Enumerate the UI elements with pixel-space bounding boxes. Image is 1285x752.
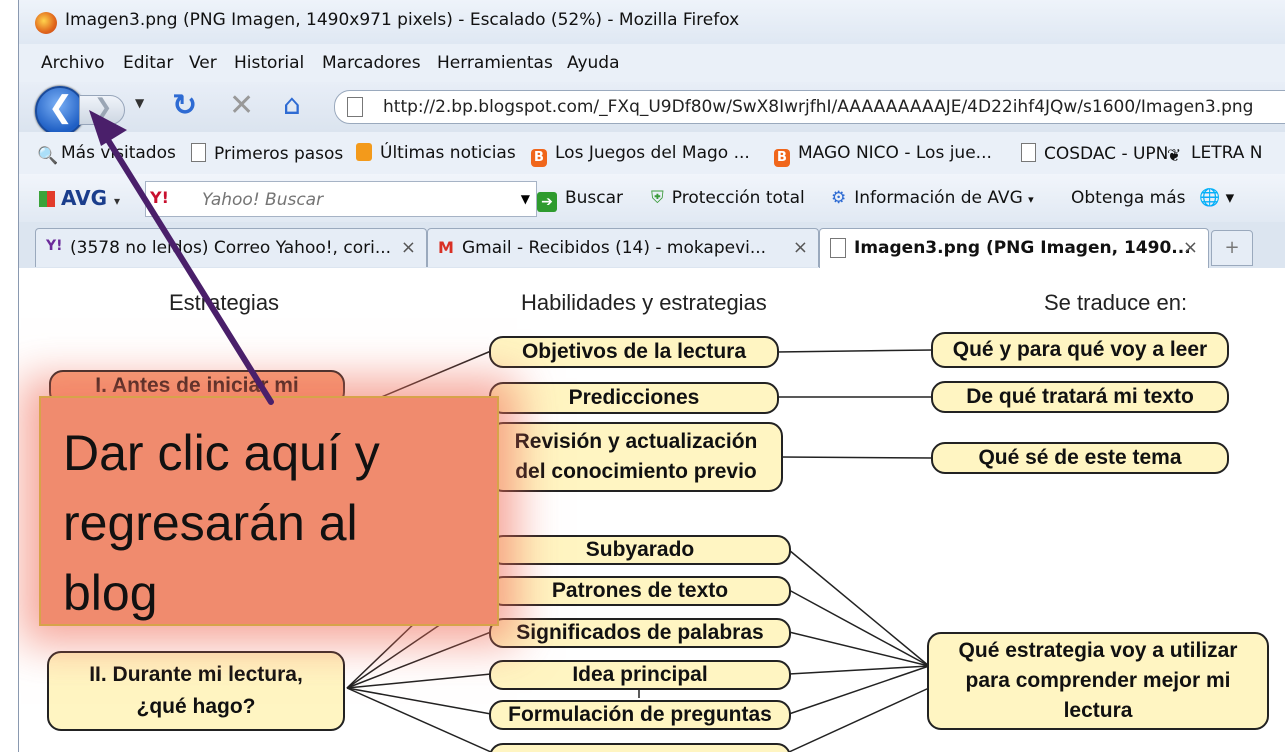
close-icon[interactable]: × (401, 237, 416, 258)
tab-yahoo-mail[interactable]: Y! (3578 no leídos) Correo Yahoo!, cori.… (35, 228, 427, 267)
avg-toolbar: AVG ▾ Y! ▼ ➔Buscar ⛨Protección total ⚙In… (19, 174, 1285, 222)
connector-line (346, 673, 492, 689)
menu-historial[interactable]: Historial (234, 53, 304, 73)
connector-line (788, 589, 930, 667)
menu-editar[interactable]: Editar (123, 53, 173, 73)
image-viewport: Estrategias Habilidades y estrategias Se… (19, 268, 1285, 752)
connector-line (346, 687, 492, 715)
callout-line-1: Dar clic aquí y (63, 425, 380, 481)
node-de-que-tratara: De qué tratará mi texto (931, 381, 1229, 413)
proteccion-total-button[interactable]: ⛨ Protección total (651, 188, 805, 208)
callout-line-2: regresarán al (63, 495, 358, 551)
back-arrow-icon: ❮ (48, 90, 74, 125)
node-durante: II. Durante mi lectura, ¿qué hago? (47, 651, 345, 731)
info-avg-button[interactable]: ⚙ Información de AVG ▾ (831, 188, 1034, 208)
connector-line (780, 456, 934, 459)
callout-line-3: blog (63, 565, 158, 621)
node-estrategia: Qué estrategia voy a utilizar para compr… (927, 632, 1269, 730)
menu-ayuda[interactable]: Ayuda (567, 53, 620, 73)
close-icon[interactable]: × (1183, 237, 1198, 258)
back-button[interactable]: ❮ (35, 86, 85, 136)
shield-icon: ⛨ (651, 188, 664, 208)
node-patrones: Patrones de texto (489, 576, 791, 606)
close-icon[interactable]: × (793, 237, 808, 258)
forward-button[interactable]: ❯ (79, 95, 125, 125)
page-icon (830, 238, 846, 258)
page-icon (347, 97, 363, 117)
header-estrategias: Estrategias (169, 290, 280, 315)
address-bar[interactable]: http://2.bp.blogspot.com/_FXq_U9Df80w/Sw… (334, 90, 1285, 124)
connector-line (775, 349, 934, 353)
new-tab-button[interactable]: + (1211, 230, 1253, 266)
connector-line (378, 350, 492, 399)
blogger-icon: B (774, 149, 790, 167)
firefox-icon (35, 12, 57, 34)
info-dropdown-icon: ▾ (1028, 193, 1034, 206)
avg-logo-icon (39, 191, 55, 207)
window-title: Imagen3.png (PNG Imagen, 1490x971 pixels… (65, 10, 740, 30)
menu-archivo[interactable]: Archivo (41, 53, 105, 73)
go-arrow-icon: ➔ (537, 192, 557, 212)
magnifier-icon: 🔍 (37, 146, 59, 166)
bookmark-letra[interactable]: ❦ LETRA N (1167, 143, 1262, 166)
avg-dropdown-icon[interactable]: ▾ (114, 194, 120, 208)
connector-line (346, 687, 492, 752)
navigation-bar: ❮ ❯ ▼ ↻ ✕ ⌂ http://2.bp.blogspot.com/_FX… (19, 82, 1285, 136)
bookmark-cosdac-upn[interactable]: COSDAC - UPN (1021, 143, 1168, 164)
buscar-button[interactable]: ➔ Buscar (537, 188, 623, 212)
menu-herramientas[interactable]: Herramientas (437, 53, 553, 73)
search-dropdown-icon[interactable]: ▼ (521, 192, 530, 206)
node-revision: Revisión y actualización del conocimient… (489, 422, 783, 492)
header-se-traduce: Se traduce en: (1044, 290, 1188, 315)
obtenga-mas-button[interactable]: Obtenga más (1071, 188, 1186, 208)
forward-arrow-icon: ❯ (94, 95, 113, 120)
yahoo-search-input[interactable] (200, 189, 504, 211)
callout-box: Dar clic aquí y regresarán al blog (39, 396, 499, 626)
tab-imagen3[interactable]: Imagen3.png (PNG Imagen, 1490... × (819, 228, 1209, 269)
yahoo-logo-icon[interactable]: Y! (150, 188, 169, 207)
avg-logo[interactable]: AVG ▾ (39, 186, 120, 210)
butterfly-icon: ❦ (1167, 146, 1182, 166)
connector-line (346, 631, 492, 689)
title-bar: Imagen3.png (PNG Imagen, 1490x971 pixels… (19, 0, 1285, 44)
bookmark-mas-visitados[interactable]: 🔍 Más visitados (37, 143, 176, 166)
blogger-icon: B (531, 149, 547, 167)
connector-line (788, 687, 930, 752)
tab-bar: Y! (3578 no leídos) Correo Yahoo!, cori.… (19, 222, 1285, 269)
rss-icon (356, 143, 372, 161)
node-partial (489, 743, 791, 752)
tab-gmail[interactable]: M Gmail - Recibidos (14) - mokapevi... × (427, 228, 819, 267)
page-icon (1021, 143, 1036, 162)
node-significados: Significados de palabras (489, 618, 791, 648)
home-icon[interactable]: ⌂ (283, 88, 301, 121)
node-objetivos: Objetivos de la lectura (489, 336, 779, 368)
bookmark-ultimas-noticias[interactable]: Últimas noticias (356, 143, 516, 163)
node-formulacion: Formulación de preguntas (489, 700, 791, 730)
globe-icon[interactable]: 🌐 ▾ (1199, 188, 1234, 208)
page-icon (191, 143, 206, 162)
node-predicciones: Predicciones (489, 382, 779, 414)
yahoo-icon: Y! (46, 238, 63, 254)
node-subrayado: Subyarado (489, 535, 791, 565)
node-que-para-que: Qué y para qué voy a leer (931, 332, 1229, 368)
node-idea: Idea principal (489, 660, 791, 690)
info-icon: ⚙ (831, 188, 847, 208)
bookmarks-toolbar: 🔍 Más visitados Primeros pasos Últimas no… (19, 132, 1285, 174)
header-habilidades: Habilidades y estrategias (521, 290, 767, 315)
url-text[interactable]: http://2.bp.blogspot.com/_FXq_U9Df80w/Sw… (383, 97, 1253, 117)
bookmark-juegos-mago[interactable]: B Los Juegos del Mago ... (531, 143, 750, 167)
browser-window: Imagen3.png (PNG Imagen, 1490x971 pixels… (18, 0, 1285, 752)
menu-ver[interactable]: Ver (189, 53, 217, 73)
history-dropdown-icon[interactable]: ▼ (135, 96, 144, 110)
node-que-se: Qué sé de este tema (931, 442, 1229, 474)
stop-icon[interactable]: ✕ (229, 88, 254, 123)
yahoo-search-box[interactable]: Y! ▼ (145, 181, 537, 217)
bookmark-primeros-pasos[interactable]: Primeros pasos (191, 143, 343, 164)
menu-marcadores[interactable]: Marcadores (322, 53, 421, 73)
gmail-icon: M (438, 238, 454, 257)
reload-icon[interactable]: ↻ (172, 88, 197, 123)
bookmark-mago-nico[interactable]: B MAGO NICO - Los jue... (774, 143, 992, 167)
menu-bar: Archivo Editar Ver Historial Marcadores … (19, 44, 1285, 82)
